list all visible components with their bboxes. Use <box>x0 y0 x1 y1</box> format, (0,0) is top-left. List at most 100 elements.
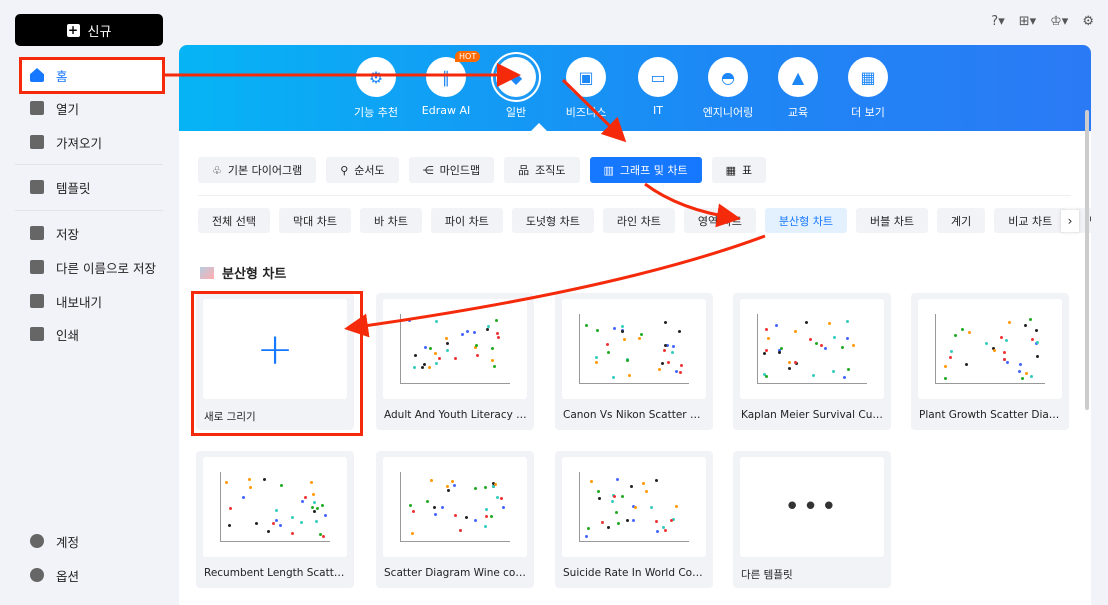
more-icon: ••• <box>784 492 840 522</box>
template-card[interactable]: ••• 다른 템플릿 <box>733 451 891 588</box>
scatter-point <box>845 336 849 340</box>
scatter-point <box>426 499 430 503</box>
category-0[interactable]: ⚙ 기능 추천 <box>341 57 411 120</box>
template-label: Recumbent Length Scatter Di... <box>204 567 349 579</box>
template-card[interactable]: Plant Growth Scatter Diagram <box>911 293 1069 430</box>
diagram-type-tabs: ♧ 기본 다이어그램 ⚲ 순서도 ⋲ 마인드맵 品 조직도 ▥ 그래프 및 차트 ▦ 표 <box>198 157 767 183</box>
tab-type-5[interactable]: ▦ 표 <box>711 157 767 183</box>
template-card[interactable]: Adult And Youth Literacy Rate ... <box>376 293 534 430</box>
scatter-point <box>476 353 480 357</box>
help-icon[interactable]: ?▾ <box>991 14 1004 29</box>
scatter-point <box>663 528 667 532</box>
scatter-point <box>616 522 620 526</box>
tab-chart-6[interactable]: 영역 차트 <box>683 208 756 233</box>
category-4[interactable]: ▭ IT <box>623 57 693 117</box>
tab-chart-8[interactable]: 버블 차트 <box>856 208 928 233</box>
scatter-point <box>304 496 308 500</box>
category-3[interactable]: ▣ 비즈니스 <box>551 57 621 120</box>
category-2[interactable]: ◆ 일반 <box>481 57 551 120</box>
sidebar-item-print[interactable]: 인쇄 <box>20 317 162 351</box>
top-toolbar: ?▾ ⊞▾ ♔▾ ⚙ <box>991 14 1094 29</box>
scatter-point <box>616 477 620 481</box>
tab-chart-5[interactable]: 라인 차트 <box>602 208 675 233</box>
tab-icon: ♧ <box>212 163 222 177</box>
tab-chart-1[interactable]: 막대 차트 <box>278 208 351 233</box>
tab-chart-3[interactable]: 파이 차트 <box>430 208 503 233</box>
scatter-point <box>428 366 432 370</box>
scatter-point <box>654 478 658 482</box>
scatter-point <box>279 483 283 487</box>
category-icon: ⚙ <box>356 57 396 97</box>
sidebar-item-account[interactable]: 계정 <box>20 524 162 558</box>
tab-chart-0[interactable]: 전체 선택 <box>198 208 270 233</box>
scatter-point <box>584 534 588 538</box>
sidebar-item-import[interactable]: 가져오기 <box>20 125 162 159</box>
scatter-point <box>473 487 477 491</box>
tab-chart-7[interactable]: 분산형 차트 <box>764 208 847 233</box>
scatter-point <box>666 343 670 347</box>
scatter-preview <box>400 314 510 384</box>
template-card[interactable]: Recumbent Length Scatter Di... <box>196 451 354 588</box>
scatter-point <box>438 357 442 361</box>
tab-chart-9[interactable]: 계기 <box>936 208 986 233</box>
scatter-point <box>764 348 768 352</box>
settings-icon[interactable]: ⚙ <box>1082 14 1094 29</box>
new-button[interactable]: + 신규 <box>15 14 163 46</box>
tab-chart-10[interactable]: 비교 차트 <box>994 208 1067 233</box>
tab-type-0[interactable]: ♧ 기본 다이어그램 <box>198 157 317 183</box>
sidebar-item-export[interactable]: 내보내기 <box>20 284 162 318</box>
category-6[interactable]: ▲ 교육 <box>763 57 833 120</box>
scatter-point <box>638 337 642 341</box>
scatter-point <box>805 320 809 324</box>
scatter-point <box>242 496 246 500</box>
tab-icon: ⋲ <box>422 163 434 177</box>
scatter-point <box>662 349 666 353</box>
tab-type-2[interactable]: ⋲ 마인드맵 <box>408 157 495 183</box>
sidebar-item-templates[interactable]: 템플릿 <box>20 170 162 204</box>
scroll-right-button[interactable]: › <box>1061 210 1079 232</box>
sidebar-item-open[interactable]: 열기 <box>20 91 162 125</box>
template-label: Canon Vs Nikon Scatter Diagr... <box>563 409 708 421</box>
tab-label: 조직도 <box>535 164 566 177</box>
sidebar-item-save-as[interactable]: 다른 이름으로 저장 <box>20 250 162 284</box>
tab-type-1[interactable]: ⚲ 순서도 <box>326 157 399 183</box>
sidebar-item-options[interactable]: 옵션 <box>20 558 162 592</box>
scatter-point <box>614 510 618 514</box>
scrollbar[interactable] <box>1085 110 1089 410</box>
scatter-point <box>621 324 625 328</box>
category-icon: ▦ <box>848 57 888 97</box>
category-5[interactable]: ◓ 엔지니어링 <box>693 57 763 120</box>
scatter-point <box>663 344 667 348</box>
category-label: 교육 <box>787 106 809 119</box>
scatter-point <box>610 500 614 504</box>
scatter-point <box>851 343 855 347</box>
scatter-point <box>766 336 770 340</box>
template-card[interactable]: Kaplan Meier Survival Curve S... <box>733 293 891 430</box>
scatter-point <box>597 489 601 493</box>
scatter-point <box>496 496 500 500</box>
scatter-point <box>787 361 791 365</box>
scatter-point <box>666 360 670 364</box>
apps-icon[interactable]: ⊞▾ <box>1019 14 1036 29</box>
tab-type-4[interactable]: ▥ 그래프 및 차트 <box>589 157 702 183</box>
tab-chart-4[interactable]: 도넛형 차트 <box>511 208 594 233</box>
tab-type-3[interactable]: 品 조직도 <box>504 157 580 183</box>
scatter-point <box>828 321 832 325</box>
tab-label: 순서도 <box>354 164 385 177</box>
scatter-point <box>965 363 969 367</box>
category-7[interactable]: ▦ 더 보기 <box>833 57 903 120</box>
scatter-point <box>490 515 494 519</box>
tab-chart-2[interactable]: 바 차트 <box>359 208 422 233</box>
scatter-point <box>434 512 438 516</box>
sidebar-item-save[interactable]: 저장 <box>20 216 162 250</box>
scatter-point <box>421 365 425 369</box>
scatter-point <box>301 499 305 503</box>
template-card[interactable]: Canon Vs Nikon Scatter Diagr... <box>555 293 713 430</box>
template-card[interactable]: Suicide Rate In World Countri... <box>555 451 713 588</box>
scatter-point <box>491 359 495 363</box>
category-1[interactable]: ∥ Edraw AI HOT <box>411 51 481 117</box>
template-card[interactable]: Scatter Diagram Wine consum... <box>376 451 534 588</box>
scatter-point <box>1005 339 1009 343</box>
scatter-point <box>412 510 416 514</box>
theme-icon[interactable]: ♔▾ <box>1050 14 1068 29</box>
